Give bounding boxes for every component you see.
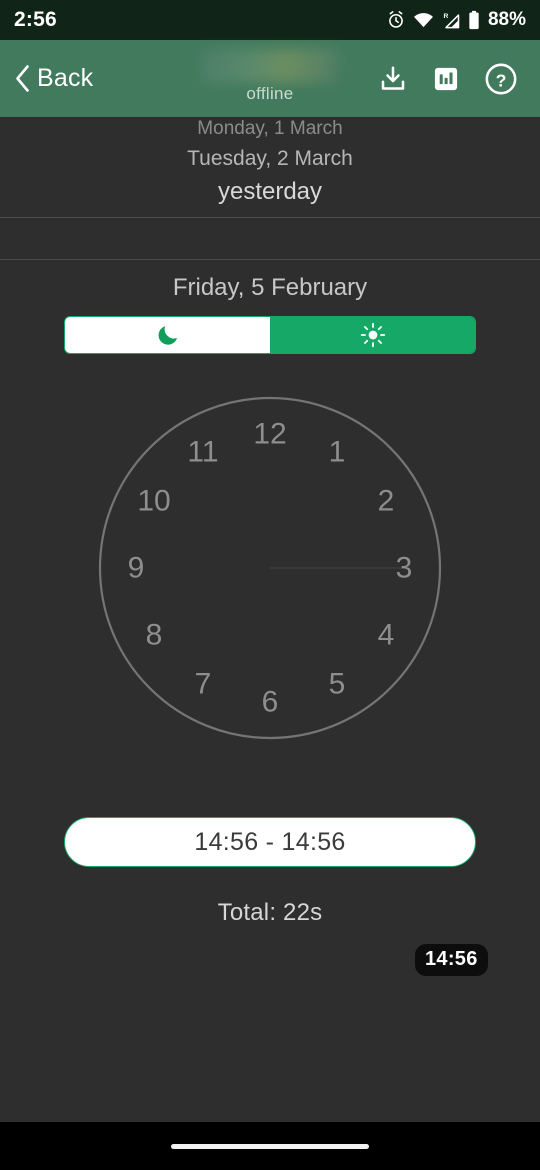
clock-numeral-8: 8 <box>146 619 163 652</box>
status-bar-clock: 2:56 <box>14 8 57 31</box>
clock-numeral-2: 2 <box>378 485 395 518</box>
date-row-selected[interactable]: yesterday <box>0 169 540 204</box>
battery-icon <box>469 10 479 30</box>
date-group-upper[interactable]: Monday, 1 March Tuesday, 2 March yesterd… <box>0 117 540 204</box>
clock-numeral-12: 12 <box>253 418 286 451</box>
svg-text:?: ? <box>496 70 507 90</box>
cellular-signal-roaming-icon: R <box>443 13 460 28</box>
date-picker-wheel[interactable]: Monday, 1 March Tuesday, 2 March yesterd… <box>0 117 540 300</box>
time-range-value: 14:56 - 14:56 <box>194 827 346 856</box>
status-bar: 2:56 R 88% <box>0 0 540 40</box>
date-row[interactable]: Tuesday, 2 March <box>0 138 540 169</box>
clock-numeral-4: 4 <box>378 619 395 652</box>
total-duration-label: Total: 22s <box>217 899 323 926</box>
clock-numeral-1: 1 <box>329 436 346 469</box>
sun-icon <box>360 322 385 348</box>
app-bar-actions: ? <box>378 62 540 96</box>
toggle-option-night[interactable] <box>65 317 270 353</box>
date-group-lower[interactable]: Friday, 5 February Saturday, 6 February … <box>0 260 540 300</box>
app-bar: Back offline ? <box>0 40 540 117</box>
clock-numeral-11: 11 <box>187 436 218 469</box>
date-row[interactable]: Friday, 5 February <box>0 260 540 300</box>
download-icon[interactable] <box>378 64 408 94</box>
system-navigation-bar <box>0 1122 540 1170</box>
clock-time-tooltip: 14:56 <box>415 944 488 976</box>
status-bar-icons: R 88% <box>386 9 526 31</box>
app-screen: 2:56 R 88% Back offline ? Monday, 1 Marc… <box>0 0 540 1170</box>
connection-status-label: offline <box>246 84 294 103</box>
moon-icon <box>158 326 177 345</box>
clock-numeral-6: 6 <box>262 686 279 719</box>
clock-face[interactable]: 12 1 2 3 4 5 6 7 8 9 10 11 <box>80 392 460 740</box>
clock-numeral-3: 3 <box>396 552 413 585</box>
clock-numeral-10: 10 <box>137 485 170 518</box>
date-row[interactable]: Monday, 1 March <box>0 117 540 138</box>
toggle-option-day[interactable] <box>270 317 475 353</box>
alarm-icon <box>389 11 403 28</box>
clock-numeral-7: 7 <box>195 668 212 701</box>
day-night-toggle[interactable] <box>64 316 476 354</box>
back-button[interactable]: Back <box>0 64 93 93</box>
bar-chart-icon[interactable] <box>432 65 460 93</box>
svg-text:R: R <box>443 13 448 20</box>
analog-clock[interactable]: 12 1 2 3 4 5 6 7 8 9 10 11 14:56 <box>0 392 540 976</box>
wifi-icon <box>414 13 433 28</box>
wheel-selection-band <box>0 218 540 259</box>
time-range-field[interactable]: 14:56 - 14:56 <box>64 817 476 867</box>
back-button-label: Back <box>37 64 94 92</box>
gesture-home-handle[interactable] <box>171 1143 369 1149</box>
clock-numeral-5: 5 <box>329 668 346 701</box>
battery-percent: 88% <box>487 9 526 30</box>
help-icon[interactable]: ? <box>484 62 518 96</box>
page-title-redacted <box>201 49 339 83</box>
clock-numeral-9: 9 <box>128 552 145 585</box>
chevron-left-icon <box>16 65 29 92</box>
